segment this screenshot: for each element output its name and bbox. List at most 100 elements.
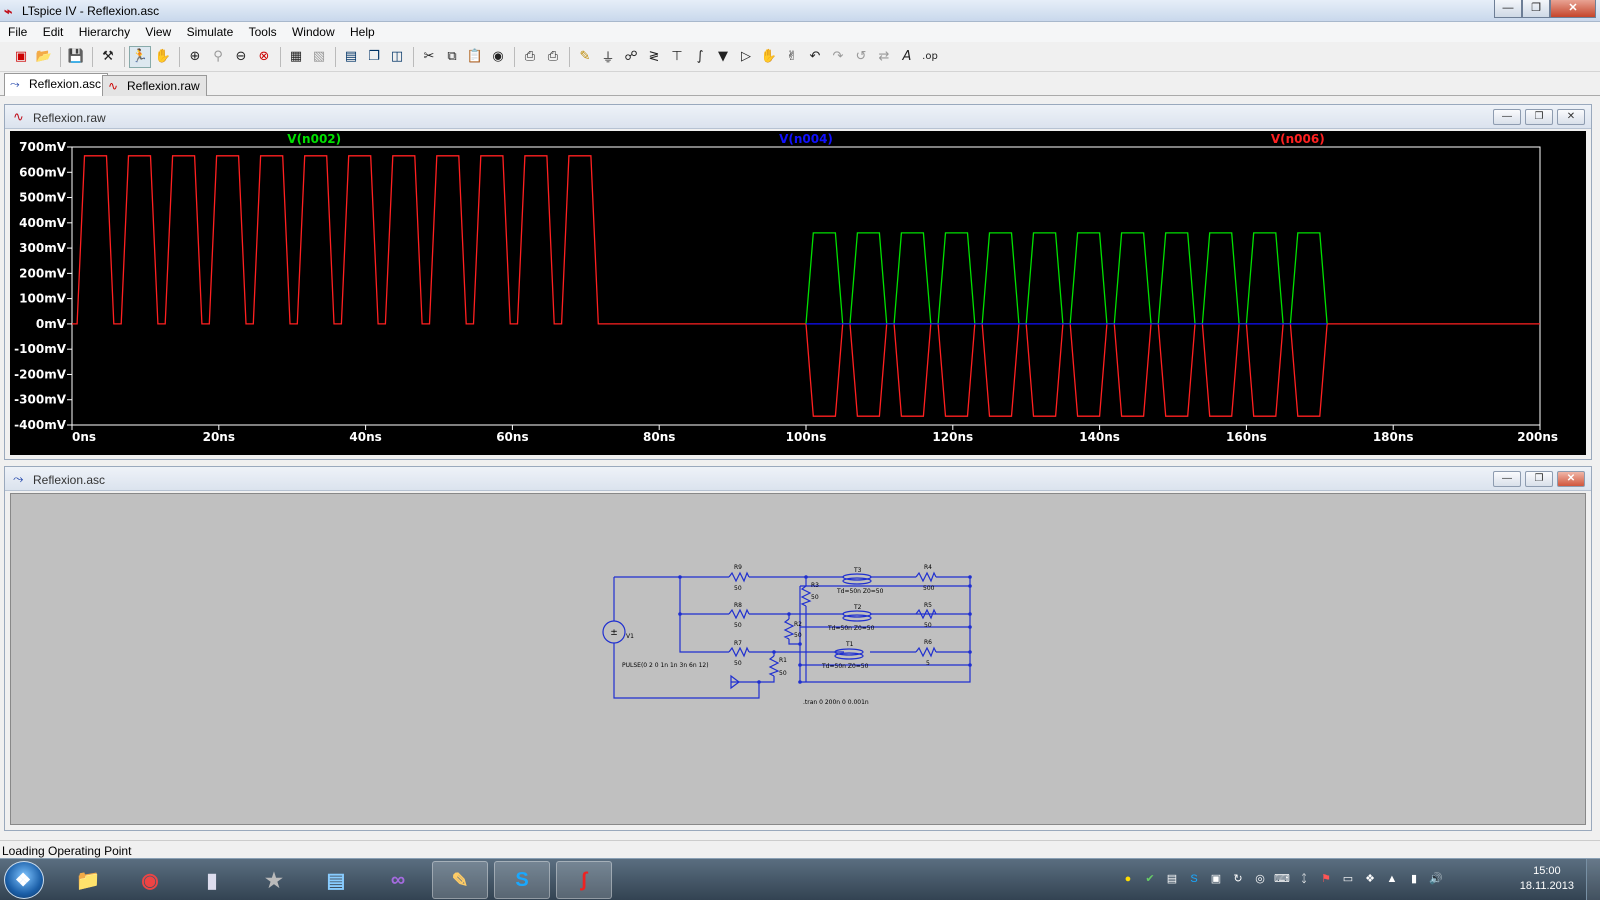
- taskbar-ltspice-icon[interactable]: ∫: [556, 861, 612, 899]
- taskbar-media-icon[interactable]: ▤: [308, 861, 364, 899]
- find-binoculars-icon[interactable]: ◉: [487, 46, 509, 68]
- drag-hand-icon[interactable]: ✌: [781, 46, 803, 68]
- y-tick-label: 700mV: [19, 140, 67, 154]
- halt-hand-icon[interactable]: ✋: [152, 46, 174, 68]
- tab-reflexion-raw[interactable]: ∿ Reflexion.raw: [102, 75, 207, 96]
- tile-horizontal-icon[interactable]: ▤: [340, 46, 362, 68]
- tray-keyboard-icon[interactable]: ⌨: [1274, 871, 1290, 887]
- tray-skype-icon[interactable]: S: [1186, 871, 1202, 887]
- tray-windows-icon[interactable]: ❖: [1362, 871, 1378, 887]
- spice-directive-icon[interactable]: .op: [919, 46, 941, 68]
- menu-tools[interactable]: Tools: [243, 22, 283, 39]
- mark-range-icon[interactable]: ▧: [308, 46, 330, 68]
- tray-power-icon[interactable]: ▮: [1406, 871, 1422, 887]
- schematic-minimize-button[interactable]: —: [1493, 471, 1521, 487]
- text-icon[interactable]: A: [896, 46, 918, 68]
- cut-icon[interactable]: ✂: [418, 46, 440, 68]
- waveform-chart[interactable]: 700mV 600mV 500mV 400mV 300mV 200mV 100mV 0mV -1…: [10, 131, 1586, 455]
- zoom-out-icon[interactable]: ⊖: [230, 46, 252, 68]
- run-simulation-icon[interactable]: 🏃: [129, 45, 151, 68]
- taskbar-usb-tool-icon[interactable]: ▮: [184, 861, 240, 899]
- resistor-r2[interactable]: [783, 618, 795, 640]
- zoom-in-icon[interactable]: ⊕: [184, 46, 206, 68]
- resistor-icon[interactable]: ≷: [643, 46, 665, 68]
- cascade-icon[interactable]: ❐: [363, 46, 385, 68]
- show-desktop-button[interactable]: [1586, 859, 1600, 900]
- tray-notification-icon[interactable]: ●: [1120, 871, 1136, 887]
- circuit-schematic[interactable]: ± R9 50 R8 50 R7 50 R3 50 R2 50 R1 50 T3…: [11, 494, 1585, 824]
- close-button[interactable]: ✕: [1550, 0, 1596, 18]
- waveform-plot-area[interactable]: 700mV 600mV 500mV 400mV 300mV 200mV 100mV 0mV -1…: [10, 131, 1586, 455]
- taskbar-paint-icon[interactable]: ✎: [432, 861, 488, 899]
- waveform-window-titlebar[interactable]: ∿ Reflexion.raw — ❐ ✕: [5, 105, 1591, 129]
- tray-security-icon[interactable]: ✔: [1142, 871, 1158, 887]
- control-panel-hammer-icon[interactable]: ⚒: [97, 46, 119, 68]
- resistor-r7[interactable]: [728, 646, 750, 658]
- resistor-r4[interactable]: [915, 571, 937, 583]
- capacitor-icon[interactable]: ⊤: [666, 46, 688, 68]
- paste-icon[interactable]: 📋: [464, 46, 486, 68]
- inductor-icon[interactable]: ∫: [689, 46, 711, 68]
- ground-icon[interactable]: ⏚: [597, 46, 619, 68]
- resistor-r6[interactable]: [915, 646, 937, 658]
- waveform-close-button[interactable]: ✕: [1557, 109, 1585, 125]
- pan-icon[interactable]: ⚲: [207, 46, 229, 68]
- tray-sync-icon[interactable]: ↻: [1230, 871, 1246, 887]
- waveform-restore-button[interactable]: ❐: [1525, 109, 1553, 125]
- open-folder-icon[interactable]: 📂: [33, 46, 55, 68]
- resistor-r9[interactable]: [728, 571, 750, 583]
- waveform-minimize-button[interactable]: —: [1493, 109, 1521, 125]
- schematic-close-button[interactable]: ✕: [1557, 471, 1585, 487]
- menu-hierarchy[interactable]: Hierarchy: [73, 22, 136, 39]
- maximize-button[interactable]: ❐: [1522, 0, 1550, 18]
- copy-icon[interactable]: ⧉: [441, 46, 463, 68]
- menu-window[interactable]: Window: [286, 22, 341, 39]
- tray-display-icon[interactable]: ▭: [1340, 871, 1356, 887]
- tray-volume-icon[interactable]: 🔊: [1428, 871, 1444, 887]
- draw-wire-icon[interactable]: ✎: [574, 46, 596, 68]
- taskbar-gimp-icon[interactable]: ★: [246, 861, 302, 899]
- undo-icon[interactable]: ↶: [804, 46, 826, 68]
- tile-vertical-icon[interactable]: ◫: [386, 46, 408, 68]
- minimize-button[interactable]: —: [1494, 0, 1522, 18]
- tray-signal-icon[interactable]: ▲: [1384, 871, 1400, 887]
- schematic-window-titlebar[interactable]: ⤳ Reflexion.asc — ❐ ✕: [5, 467, 1591, 491]
- autorange-icon[interactable]: ▦: [285, 46, 307, 68]
- taskbar-explorer-icon[interactable]: 📁: [60, 861, 116, 899]
- taskbar-chrome-icon[interactable]: ◉: [122, 861, 178, 899]
- menu-simulate[interactable]: Simulate: [181, 22, 240, 39]
- new-schematic-icon[interactable]: ▣: [10, 46, 32, 68]
- redo-icon[interactable]: ↷: [827, 46, 849, 68]
- window-titlebar[interactable]: ⌁ LTspice IV - Reflexion.asc — ❐ ✕: [0, 0, 1600, 22]
- zoom-fit-icon[interactable]: ⊗: [253, 46, 275, 68]
- resistor-r1[interactable]: [768, 655, 780, 677]
- label-net-icon[interactable]: ☍: [620, 46, 642, 68]
- tray-update-icon[interactable]: ◎: [1252, 871, 1268, 887]
- tray-bluetooth-icon[interactable]: ᛨ: [1296, 871, 1312, 887]
- taskbar-visual-studio-icon[interactable]: ∞: [370, 861, 426, 899]
- spice-directive-tran[interactable]: .tran 0 200n 0 0.001n: [803, 699, 869, 706]
- rotate-icon[interactable]: ↺: [850, 46, 872, 68]
- mirror-icon[interactable]: ⇄: [873, 46, 895, 68]
- schematic-canvas[interactable]: ± R9 50 R8 50 R7 50 R3 50 R2 50 R1 50 T3…: [10, 493, 1586, 825]
- tray-flag-icon[interactable]: ⚑: [1318, 871, 1334, 887]
- print-icon[interactable]: ⎙: [542, 46, 564, 68]
- save-icon[interactable]: 💾: [65, 46, 87, 68]
- diode-icon[interactable]: ▼: [712, 46, 734, 68]
- resistor-r8[interactable]: [728, 608, 750, 620]
- taskbar-clock[interactable]: 15:00 18.11.2013: [1520, 864, 1574, 894]
- print-setup-icon[interactable]: ⎙: [519, 46, 541, 68]
- menu-file[interactable]: File: [2, 22, 33, 39]
- resistor-r3[interactable]: [800, 585, 812, 607]
- menu-edit[interactable]: Edit: [37, 22, 70, 39]
- menu-help[interactable]: Help: [344, 22, 381, 39]
- menu-view[interactable]: View: [139, 22, 177, 39]
- component-icon[interactable]: ▷: [735, 46, 757, 68]
- taskbar-skype-icon[interactable]: S: [494, 861, 550, 899]
- start-button[interactable]: ❖: [4, 861, 44, 899]
- tab-reflexion-asc[interactable]: ⤳ Reflexion.asc: [4, 73, 109, 96]
- tray-app-icon[interactable]: ▣: [1208, 871, 1224, 887]
- tray-network-icon[interactable]: ▤: [1164, 871, 1180, 887]
- move-hand-icon[interactable]: ✋: [758, 46, 780, 68]
- schematic-restore-button[interactable]: ❐: [1525, 471, 1553, 487]
